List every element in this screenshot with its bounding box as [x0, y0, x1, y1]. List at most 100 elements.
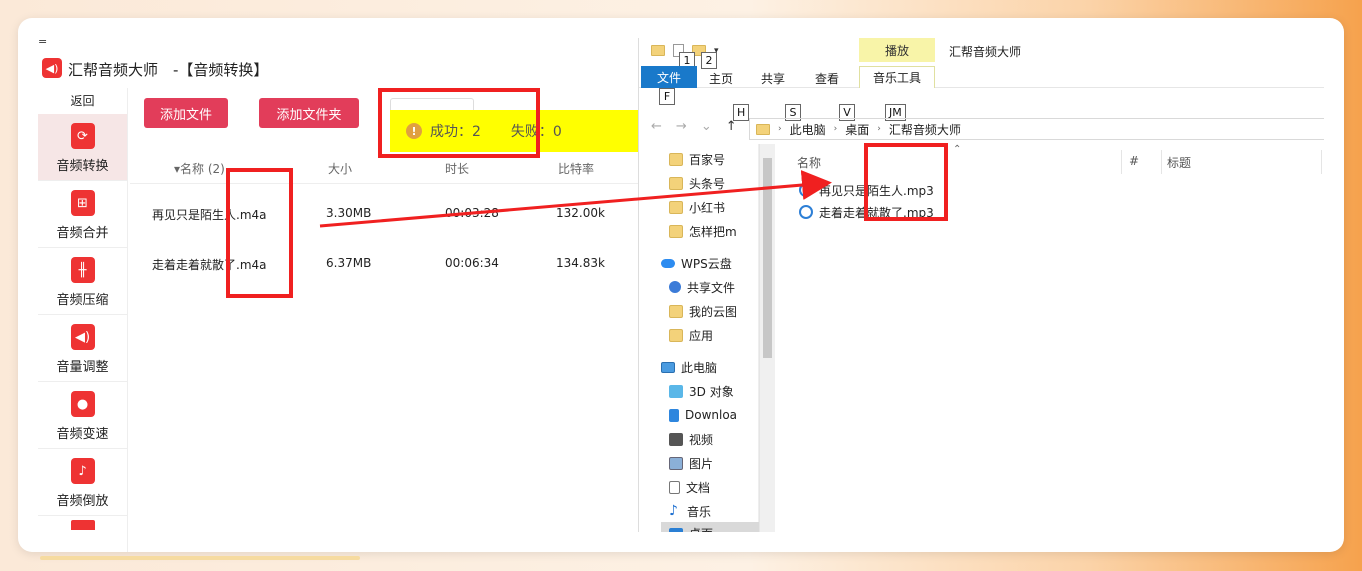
- column-size[interactable]: 大小: [328, 160, 352, 177]
- folder-icon: [756, 123, 770, 135]
- annotation-box-result: [378, 88, 540, 158]
- audio-file-icon: [799, 183, 813, 197]
- file-size: 6.37MB: [326, 256, 372, 270]
- nav-pane-scrollbar[interactable]: [759, 144, 775, 532]
- nav-item-label: 视频: [689, 432, 714, 447]
- address-row: ← → ⌄ ↑ › 此电脑 › 桌面 › 汇帮音频大师: [639, 116, 1324, 142]
- folder-icon[interactable]: [651, 45, 665, 56]
- context-tab-play[interactable]: 播放: [859, 38, 935, 62]
- file-table-header: ▾名称 (2) 大小 时长 比特率: [130, 154, 640, 184]
- file-duration: 00:03:28: [445, 206, 499, 220]
- column-divider[interactable]: [1121, 150, 1122, 174]
- sidebar-item-audio-convert[interactable]: ⟳ 音频转换: [38, 114, 127, 181]
- sidebar-item-audio-reverse[interactable]: ♪ 音频倒放: [38, 449, 127, 516]
- nav-item-label: Downloa: [685, 408, 738, 422]
- nav-item-label: WPS云盘: [681, 256, 732, 271]
- add-folder-button[interactable]: 添加文件夹: [259, 98, 359, 128]
- nav-item-pictures[interactable]: 图片: [669, 452, 759, 474]
- audio-file-icon: [799, 205, 813, 219]
- nav-item-music[interactable]: ♪ 音乐: [669, 500, 759, 522]
- column-bitrate[interactable]: 比特率: [558, 160, 594, 177]
- share-icon: [669, 281, 681, 293]
- sidebar-item-audio-merge[interactable]: ⊞ 音频合并: [38, 181, 127, 248]
- video-icon: [70, 520, 95, 530]
- column-duration[interactable]: 时长: [445, 160, 469, 177]
- column-number[interactable]: #: [1129, 154, 1139, 168]
- nav-item-label: 此电脑: [681, 360, 718, 375]
- nav-item-shared-files[interactable]: 共享文件: [669, 276, 759, 298]
- folder-icon: [669, 176, 683, 190]
- tab-file[interactable]: 文件: [641, 66, 697, 88]
- audio-merge-icon: ⊞: [70, 190, 95, 216]
- sidebar-item-partial[interactable]: [38, 516, 127, 530]
- nav-item-my-cloud[interactable]: 我的云图: [669, 300, 759, 322]
- sidebar-item-label: 音频倒放: [56, 494, 109, 509]
- key-tip-f: F: [659, 88, 675, 105]
- back-button[interactable]: 返回: [38, 88, 127, 114]
- folder-icon: [669, 152, 683, 166]
- folder-icon: [669, 304, 683, 318]
- address-bar[interactable]: › 此电脑 › 桌面 › 汇帮音频大师: [749, 118, 1324, 140]
- breadcrumb-desktop[interactable]: 桌面: [845, 121, 869, 138]
- nav-item-label: 3D 对象: [689, 384, 734, 399]
- sort-ascending-icon: ⌃: [953, 144, 962, 155]
- tab-share[interactable]: 共享: [761, 70, 785, 87]
- sidebar-item-audio-speed[interactable]: ● 音频变速: [38, 382, 127, 449]
- column-divider[interactable]: [1321, 150, 1322, 174]
- microphone-icon: ●: [70, 391, 95, 417]
- recent-dropdown-icon[interactable]: ⌄: [701, 119, 712, 134]
- nav-item-baijiahao[interactable]: 百家号: [669, 148, 759, 170]
- folder-icon: [669, 224, 683, 238]
- file-list-header: ⌃ 名称 # 标题: [777, 144, 1324, 174]
- column-divider[interactable]: [1161, 150, 1162, 174]
- breadcrumb-this-pc[interactable]: 此电脑: [790, 121, 826, 138]
- table-row[interactable]: 再见只是陌生人.m4a 3.30MB 00:03:28 132.00k: [130, 188, 640, 238]
- up-arrow-icon[interactable]: ↑: [726, 119, 737, 134]
- nav-item-folder-m[interactable]: 怎样把m: [669, 220, 759, 242]
- tab-music-tools[interactable]: 音乐工具: [859, 66, 935, 88]
- app-logo-icon: ◀): [42, 58, 62, 78]
- tab-home[interactable]: 主页: [709, 70, 733, 87]
- nav-item-desktop[interactable]: 桌面: [661, 522, 761, 532]
- audio-app-window: = ◀) 汇帮音频大师 -【音频转换】 返回 ⟳ 音频转换 ⊞ 音频合并 ╫ 音…: [18, 18, 640, 552]
- back-arrow-icon[interactable]: ←: [651, 119, 662, 134]
- breadcrumb-folder[interactable]: 汇帮音频大师: [889, 121, 961, 138]
- table-row[interactable]: 走着走着就散了.m4a 6.37MB 00:06:34 134.83k: [130, 238, 640, 288]
- nav-item-label: 我的云图: [689, 304, 738, 319]
- nav-item-videos[interactable]: 视频: [669, 428, 759, 450]
- nav-item-this-pc[interactable]: 此电脑: [661, 356, 751, 378]
- menu-icon[interactable]: =: [38, 36, 47, 47]
- nav-item-apps[interactable]: 应用: [669, 324, 759, 346]
- audio-compress-icon: ╫: [70, 257, 95, 283]
- column-name[interactable]: ▾名称 (2): [174, 160, 225, 177]
- nav-item-xiaohongshu[interactable]: 小红书: [669, 196, 759, 218]
- add-file-button[interactable]: 添加文件: [144, 98, 228, 128]
- navigation-pane: 百家号 头条号 小红书 怎样把m WPS云盘 共享文件 我的云图 应用 此电脑 …: [639, 144, 761, 532]
- nav-item-wps-cloud[interactable]: WPS云盘: [661, 252, 751, 274]
- folder-icon: [669, 200, 683, 214]
- ribbon-tabs: 文件 主页 共享 查看 音乐工具: [639, 66, 1324, 88]
- sidebar-item-volume[interactable]: ◀) 音量调整: [38, 315, 127, 382]
- nav-arrows: ← → ⌄ ↑: [651, 119, 737, 134]
- sidebar-item-audio-compress[interactable]: ╫ 音频压缩: [38, 248, 127, 315]
- nav-item-3d-objects[interactable]: 3D 对象: [669, 380, 759, 402]
- nav-item-documents[interactable]: 文档: [669, 476, 759, 498]
- file-explorer-window: ▾ 1 2 播放 汇帮音频大师 文件 主页 共享 查看 音乐工具 F H S V…: [638, 38, 1324, 532]
- sidebar-item-label: 音频压缩: [56, 293, 109, 308]
- nav-item-toutiaohao[interactable]: 头条号: [669, 172, 759, 194]
- window-title: 汇帮音频大师: [949, 45, 1022, 59]
- tab-view[interactable]: 查看: [815, 70, 839, 87]
- nav-item-label: 百家号: [689, 152, 726, 167]
- computer-icon: [661, 361, 675, 373]
- nav-item-downloads[interactable]: Downloa: [669, 404, 759, 426]
- chevron-right-icon: ›: [877, 124, 881, 134]
- column-name[interactable]: 名称: [797, 154, 821, 171]
- sidebar-item-label: 音频变速: [56, 427, 109, 442]
- scrollbar-thumb[interactable]: [763, 158, 772, 358]
- 3d-objects-icon: [669, 384, 683, 398]
- column-title[interactable]: 标题: [1167, 154, 1191, 171]
- forward-arrow-icon[interactable]: →: [676, 119, 687, 134]
- nav-item-label: 应用: [689, 328, 714, 343]
- file-bitrate: 134.83k: [556, 256, 605, 270]
- sidebar-item-label: 音量调整: [56, 360, 109, 375]
